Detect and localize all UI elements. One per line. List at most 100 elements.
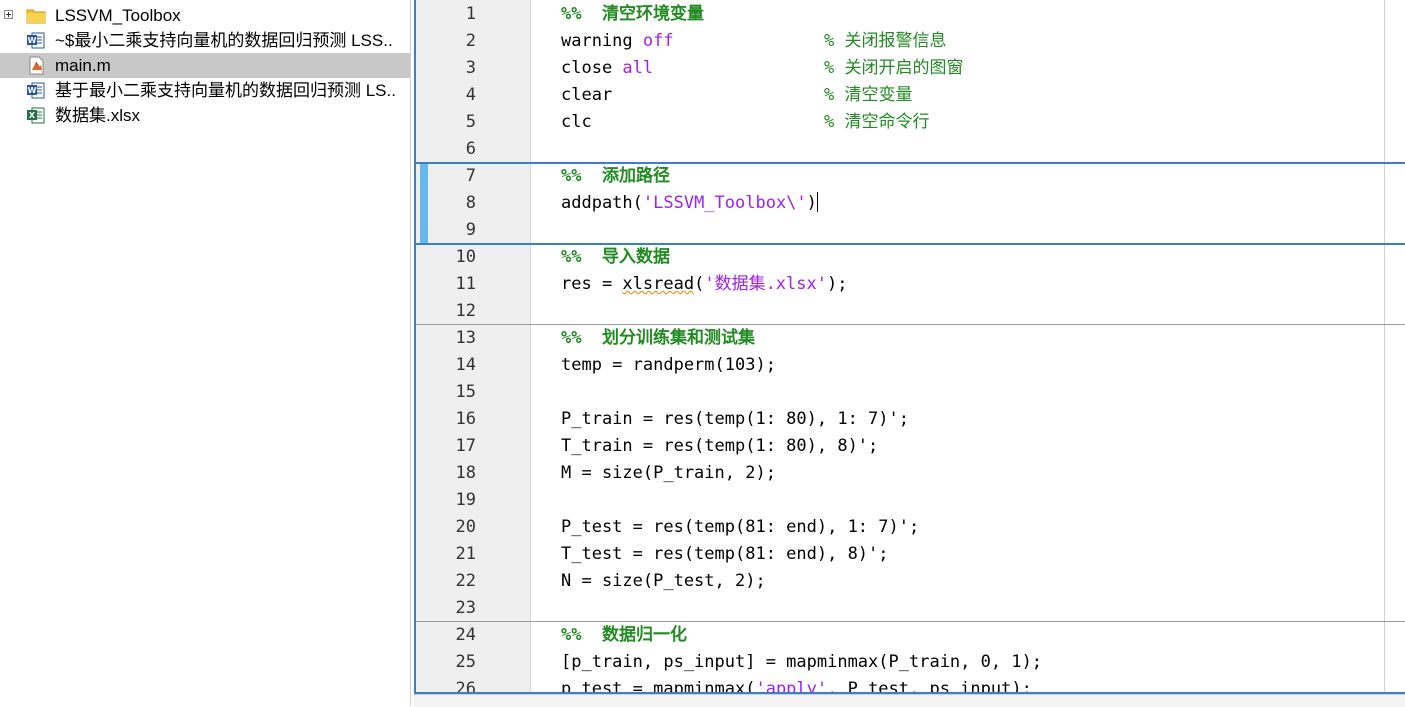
code-text[interactable]: %% 添加路径 <box>561 163 670 190</box>
matlab-file-icon <box>26 56 46 75</box>
code-line[interactable]: 25 [p_train, ps_input] = mapminmax(P_trai… <box>416 649 1405 676</box>
code-line[interactable]: 17 T_train = res(temp(1: 80), 8)'; <box>416 433 1405 460</box>
code-line[interactable]: 22 N = size(P_test, 2); <box>416 568 1405 595</box>
code-token: ( <box>694 274 705 294</box>
code-editor[interactable]: 1 %% 清空环境变量 2 warning off % 关闭报警信息 3 close all… <box>414 0 1405 694</box>
code-line[interactable]: 10 %% 导入数据 <box>416 244 1405 271</box>
code-text[interactable]: P_train = res(temp(1: 80), 1: 7)'; <box>561 406 909 433</box>
code-line[interactable]: 5 clc % 清空命令行 <box>416 109 1405 136</box>
code-line[interactable]: 12 <box>416 298 1405 325</box>
code-text[interactable]: clc <box>561 109 592 136</box>
svg-text:W: W <box>28 86 37 95</box>
code-text[interactable]: p_test = mapminmax('apply', P_test, ps_i… <box>561 676 1032 692</box>
code-text[interactable]: T_test = res(temp(81: end), 8)'; <box>561 541 889 568</box>
code-line[interactable]: 4 clear % 清空变量 <box>416 82 1405 109</box>
line-number: 4 <box>465 85 476 105</box>
line-number: 17 <box>455 436 476 456</box>
section-header: %% 清空环境变量 <box>561 4 704 24</box>
line-number: 3 <box>465 58 476 78</box>
line-number: 26 <box>455 679 476 694</box>
string-literal: 'LSSVM_Toolbox\' <box>642 193 807 213</box>
line-number: 10 <box>455 247 476 267</box>
text-cursor <box>816 192 818 212</box>
code-text[interactable]: addpath('LSSVM_Toolbox\') <box>561 190 818 217</box>
svg-text:W: W <box>28 36 37 45</box>
file-item-1[interactable]: W ~$最小二乘支持向量机的数据回归预测 LSS.. <box>0 28 410 53</box>
line-number: 1 <box>465 4 476 24</box>
section-header: %% 导入数据 <box>561 247 670 267</box>
code-token: ) <box>806 193 817 213</box>
code-line[interactable]: 13 %% 划分训练集和测试集 <box>416 325 1405 352</box>
code-line[interactable]: 24 %% 数据归一化 <box>416 622 1405 649</box>
code-text[interactable]: N = size(P_test, 2); <box>561 568 766 595</box>
line-number: 24 <box>455 625 476 645</box>
code-line[interactable]: 11 res = xlsread('数据集.xlsx'); <box>416 271 1405 298</box>
excel-file-icon: X <box>26 106 46 125</box>
line-number: 2 <box>465 31 476 51</box>
code-line[interactable]: 1 %% 清空环境变量 <box>416 1 1405 28</box>
line-number: 18 <box>455 463 476 483</box>
code-line[interactable]: 15 <box>416 379 1405 406</box>
section-divider <box>416 324 1405 325</box>
keyword: off <box>642 31 674 51</box>
code-text[interactable]: T_train = res(temp(1: 80), 8)'; <box>561 433 878 460</box>
code-text[interactable]: [p_train, ps_input] = mapminmax(P_train,… <box>561 649 1042 676</box>
section-header: %% 数据归一化 <box>561 625 687 645</box>
file-name: 基于最小二乘支持向量机的数据回归预测 LS.. <box>55 81 396 100</box>
code-token: T_train = res(temp(1: 80), 8)'; <box>561 436 879 456</box>
code-token: warning <box>561 31 643 51</box>
line-number: 9 <box>465 220 476 240</box>
line-number: 5 <box>465 112 476 132</box>
file-item-2[interactable]: main.m <box>0 53 410 78</box>
code-line[interactable]: 14 temp = randperm(103); <box>416 352 1405 379</box>
code-text[interactable]: clear <box>561 82 612 109</box>
code-line[interactable]: 3 close all % 关闭开启的图窗 <box>416 55 1405 82</box>
line-number: 6 <box>465 139 476 159</box>
code-line[interactable]: 23 <box>416 595 1405 622</box>
line-number: 14 <box>455 355 476 375</box>
section-header: %% 划分训练集和测试集 <box>561 328 755 348</box>
string-literal: '数据集.xlsx' <box>704 274 827 294</box>
code-line[interactable]: 20 P_test = res(temp(81: end), 1: 7)'; <box>416 514 1405 541</box>
code-line[interactable]: 2 warning off % 关闭报警信息 <box>416 28 1405 55</box>
section-divider <box>416 243 1405 245</box>
file-item-4[interactable]: X 数据集.xlsx <box>0 103 410 128</box>
section-divider <box>416 162 1405 164</box>
code-text[interactable]: %% 数据归一化 <box>561 622 687 649</box>
section-header: %% 添加路径 <box>561 166 670 186</box>
editor-bottom-strip <box>414 694 1405 707</box>
file-name: main.m <box>55 56 111 75</box>
code-line[interactable]: 21 T_test = res(temp(81: end), 8)'; <box>416 541 1405 568</box>
code-text[interactable]: %% 划分训练集和测试集 <box>561 325 755 352</box>
code-line[interactable]: 7 %% 添加路径 <box>416 163 1405 190</box>
code-text[interactable]: %% 清空环境变量 <box>561 1 704 28</box>
expand-toggle-icon[interactable] <box>4 10 13 19</box>
code-line[interactable]: 19 <box>416 487 1405 514</box>
comment: % 关闭开启的图窗 <box>824 58 964 78</box>
code-line[interactable]: 8 addpath('LSSVM_Toolbox\') <box>416 190 1405 217</box>
code-text[interactable]: temp = randperm(103); <box>561 352 776 379</box>
code-line[interactable]: 26 p_test = mapminmax('apply', P_test, ps… <box>416 676 1405 694</box>
folder-icon <box>26 6 46 25</box>
file-name: ~$最小二乘支持向量机的数据回归预测 LSS.. <box>55 31 393 50</box>
line-number: 8 <box>465 193 476 213</box>
code-token: P_test = res(temp(81: end), 1: 7)'; <box>561 517 920 537</box>
file-item-0[interactable]: LSSVM_Toolbox <box>0 3 410 28</box>
code-text[interactable]: close all <box>561 55 653 82</box>
keyword: all <box>622 58 654 78</box>
line-number: 15 <box>455 382 476 402</box>
file-name: 数据集.xlsx <box>55 106 140 125</box>
code-text[interactable]: M = size(P_train, 2); <box>561 460 776 487</box>
line-number: 16 <box>455 409 476 429</box>
code-line[interactable]: 16 P_train = res(temp(1: 80), 1: 7)'; <box>416 406 1405 433</box>
code-line[interactable]: 9 <box>416 217 1405 244</box>
code-line[interactable]: 18 M = size(P_train, 2); <box>416 460 1405 487</box>
code-line[interactable]: 6 <box>416 136 1405 163</box>
file-item-3[interactable]: W 基于最小二乘支持向量机的数据回归预测 LS.. <box>0 78 410 103</box>
code-text[interactable]: P_test = res(temp(81: end), 1: 7)'; <box>561 514 919 541</box>
line-number: 23 <box>455 598 476 618</box>
code-text[interactable]: res = xlsread('数据集.xlsx'); <box>561 271 847 298</box>
code-token: P_train = res(temp(1: 80), 1: 7)'; <box>561 409 909 429</box>
code-text[interactable]: warning off <box>561 28 674 55</box>
code-text[interactable]: %% 导入数据 <box>561 244 670 271</box>
